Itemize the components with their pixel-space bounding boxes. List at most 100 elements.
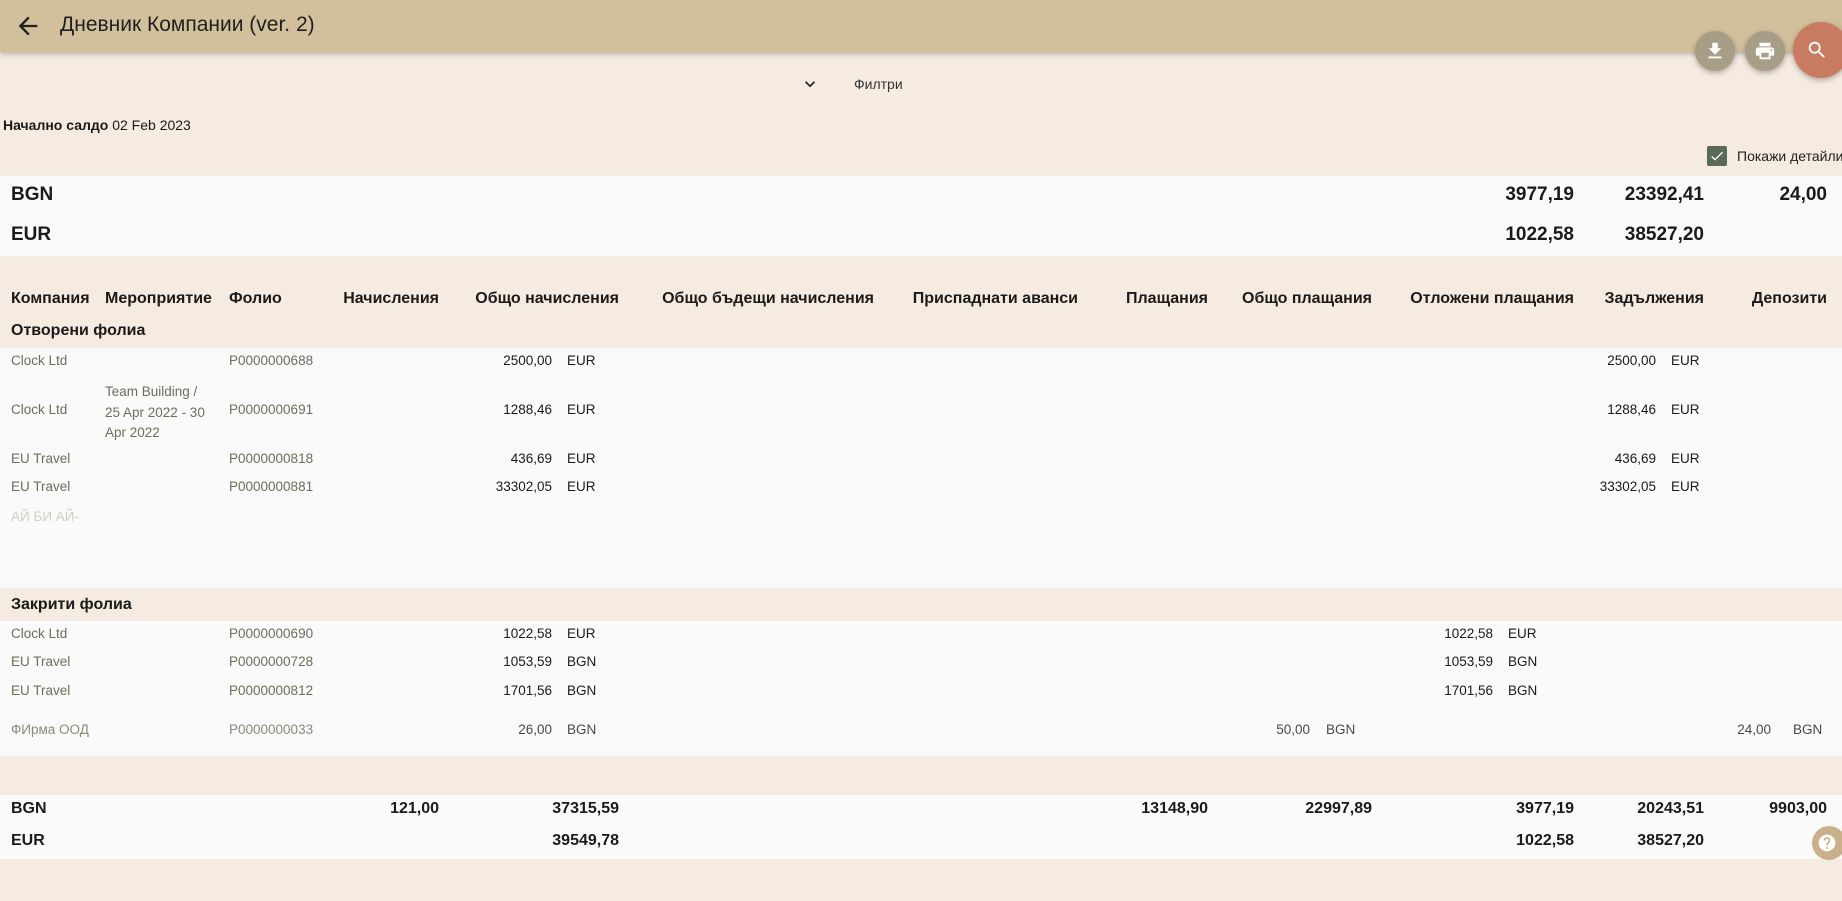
cell-company: ФИрма ООД	[11, 722, 89, 737]
column-header-total-payments[interactable]: Общо плащания	[1208, 290, 1372, 308]
download-icon	[1708, 42, 1722, 59]
column-header-deposits[interactable]: Депозити	[1704, 290, 1827, 308]
totals-deferred: 1022,58	[1516, 832, 1574, 849]
summary-row-bgn: BGN 3977,19 23392,41 24,00	[0, 176, 1842, 216]
summary-panel: BGN 3977,19 23392,41 24,00 EUR 1022,58 3…	[0, 176, 1842, 256]
cell-deferred: 1053,59	[1444, 654, 1493, 669]
cell-debts: 1288,46	[1607, 402, 1656, 417]
cell-currency: EUR	[567, 626, 596, 641]
folio-link[interactable]: P0000000728	[229, 654, 313, 669]
cell-debts: 33302,05	[1599, 479, 1656, 494]
column-header-folio[interactable]: Фолио	[229, 290, 282, 308]
cell-total-charges: 1701,56	[503, 683, 552, 698]
cell-currency: BGN	[1508, 654, 1538, 669]
print-button[interactable]	[1745, 31, 1785, 71]
opening-balance-label: Начално салдо	[3, 117, 109, 133]
folio-link[interactable]: P0000000688	[229, 353, 313, 368]
app-bar: Дневник Компании (ver. 2)	[0, 0, 1842, 52]
cell-currency: EUR	[1671, 402, 1700, 417]
summary-currency: BGN	[11, 184, 54, 205]
column-header-company[interactable]: Компания	[11, 290, 90, 308]
closed-title-band	[0, 589, 1842, 621]
totals-total-charges: 39549,78	[552, 832, 619, 849]
column-header-future-charges[interactable]: Общо бъдещи начисления	[650, 290, 874, 308]
cell-deferred: 1701,56	[1444, 683, 1493, 698]
cell-currency: EUR	[567, 402, 596, 417]
cell-event: Team Building / 25 Apr 2022 - 30 Apr 202…	[105, 382, 215, 444]
summary-value: 3977,19	[1505, 184, 1574, 205]
download-button[interactable]	[1695, 31, 1735, 71]
cell-currency: BGN	[567, 654, 597, 669]
event-line: Team Building /	[105, 384, 198, 399]
totals-total-payments: 22997,89	[1305, 800, 1372, 817]
folio-link[interactable]: P0000000033	[229, 722, 313, 737]
cell-currency: EUR	[1671, 353, 1700, 368]
cell-company: Clock Ltd	[11, 353, 68, 368]
help-button[interactable]	[1812, 826, 1842, 860]
cell-currency: EUR	[567, 479, 596, 494]
event-line: 25 Apr 2022 - 30	[105, 404, 205, 420]
cell-currency: EUR	[567, 451, 596, 466]
folio-link[interactable]: P0000000690	[229, 626, 313, 641]
cell-total-charges: 1053,59	[503, 654, 552, 669]
cell-company: Clock Ltd	[11, 626, 68, 641]
cell-currency: EUR	[1671, 479, 1700, 494]
cell-currency: EUR	[1671, 451, 1700, 466]
column-header-payments[interactable]: Плащания	[1078, 290, 1208, 308]
totals-charges: 121,00	[390, 800, 439, 817]
search-button[interactable]	[1793, 22, 1842, 78]
cell-deposits: 24,00	[1737, 722, 1771, 737]
search-icon	[1808, 41, 1825, 58]
summary-value: 1022,58	[1505, 224, 1574, 245]
totals-deferred: 3977,19	[1516, 800, 1574, 817]
cell-company: EU Travel	[11, 683, 71, 698]
event-line: Apr 2022	[105, 425, 160, 440]
cell-currency: EUR	[567, 353, 596, 368]
show-details-label: Покажи детайли	[1737, 148, 1842, 164]
cell-total-charges: 33302,05	[495, 479, 552, 494]
page-title: Дневник Компании (ver. 2)	[60, 13, 315, 36]
column-header-deducted-advances[interactable]: Приспаднати аванси	[880, 290, 1078, 308]
totals-payments: 13148,90	[1141, 800, 1208, 817]
section-title-open: Отворени фолиа	[11, 322, 146, 339]
opening-balance-date: 02 Feb 2023	[112, 117, 191, 133]
section-title-closed: Закрити фолиа	[11, 596, 132, 613]
cell-currency: BGN	[567, 683, 597, 698]
cell-currency: BGN	[1793, 722, 1823, 737]
back-arrow-icon[interactable]	[14, 12, 42, 40]
folio-link[interactable]: P0000000818	[229, 451, 313, 466]
column-header-charges[interactable]: Начисления	[339, 290, 439, 308]
opening-balance: Начално салдо 02 Feb 2023	[3, 117, 191, 133]
check-icon	[1707, 146, 1727, 166]
column-header-debts[interactable]: Задължения	[1574, 290, 1704, 308]
cell-company: Clock Ltd	[11, 402, 68, 417]
cell-company: EU Travel	[11, 479, 71, 494]
chevron-down-icon	[805, 81, 815, 88]
column-header-event[interactable]: Мероприятие	[105, 290, 212, 308]
cell-company: EU Travel	[11, 451, 71, 466]
summary-value: 24,00	[1779, 184, 1827, 205]
totals-panel: BGN 121,00 37315,59 13148,90 22997,89 39…	[0, 795, 1842, 859]
column-header-total-charges[interactable]: Общо начисления	[449, 290, 619, 308]
summary-value: 23392,41	[1624, 184, 1704, 205]
help-icon	[1818, 834, 1836, 852]
cell-total-charges: 1022,58	[503, 626, 552, 641]
filters-toggle[interactable]: Филтри	[800, 72, 903, 96]
column-header-deferred-payments[interactable]: Отложени плащания	[1380, 290, 1574, 308]
folio-link[interactable]: P0000000881	[229, 479, 313, 494]
filters-label: Филтри	[854, 76, 903, 92]
cell-currency: BGN	[1326, 722, 1356, 737]
totals-currency: EUR	[11, 832, 45, 849]
cell-total-charges: 1288,46	[503, 402, 552, 417]
totals-currency: BGN	[11, 800, 47, 817]
summary-currency: EUR	[11, 224, 52, 245]
totals-total-charges: 37315,59	[552, 800, 619, 817]
summary-row-eur: EUR 1022,58 38527,20	[0, 216, 1842, 256]
cell-deferred: 1022,58	[1444, 626, 1493, 641]
cell-currency: BGN	[1508, 683, 1538, 698]
cell-currency: EUR	[1508, 626, 1537, 641]
folio-link[interactable]: P0000000691	[229, 402, 313, 417]
show-details-checkbox[interactable]: Покажи детайли	[1707, 146, 1842, 166]
open-folios-band	[0, 348, 1842, 588]
folio-link[interactable]: P0000000812	[229, 683, 313, 698]
